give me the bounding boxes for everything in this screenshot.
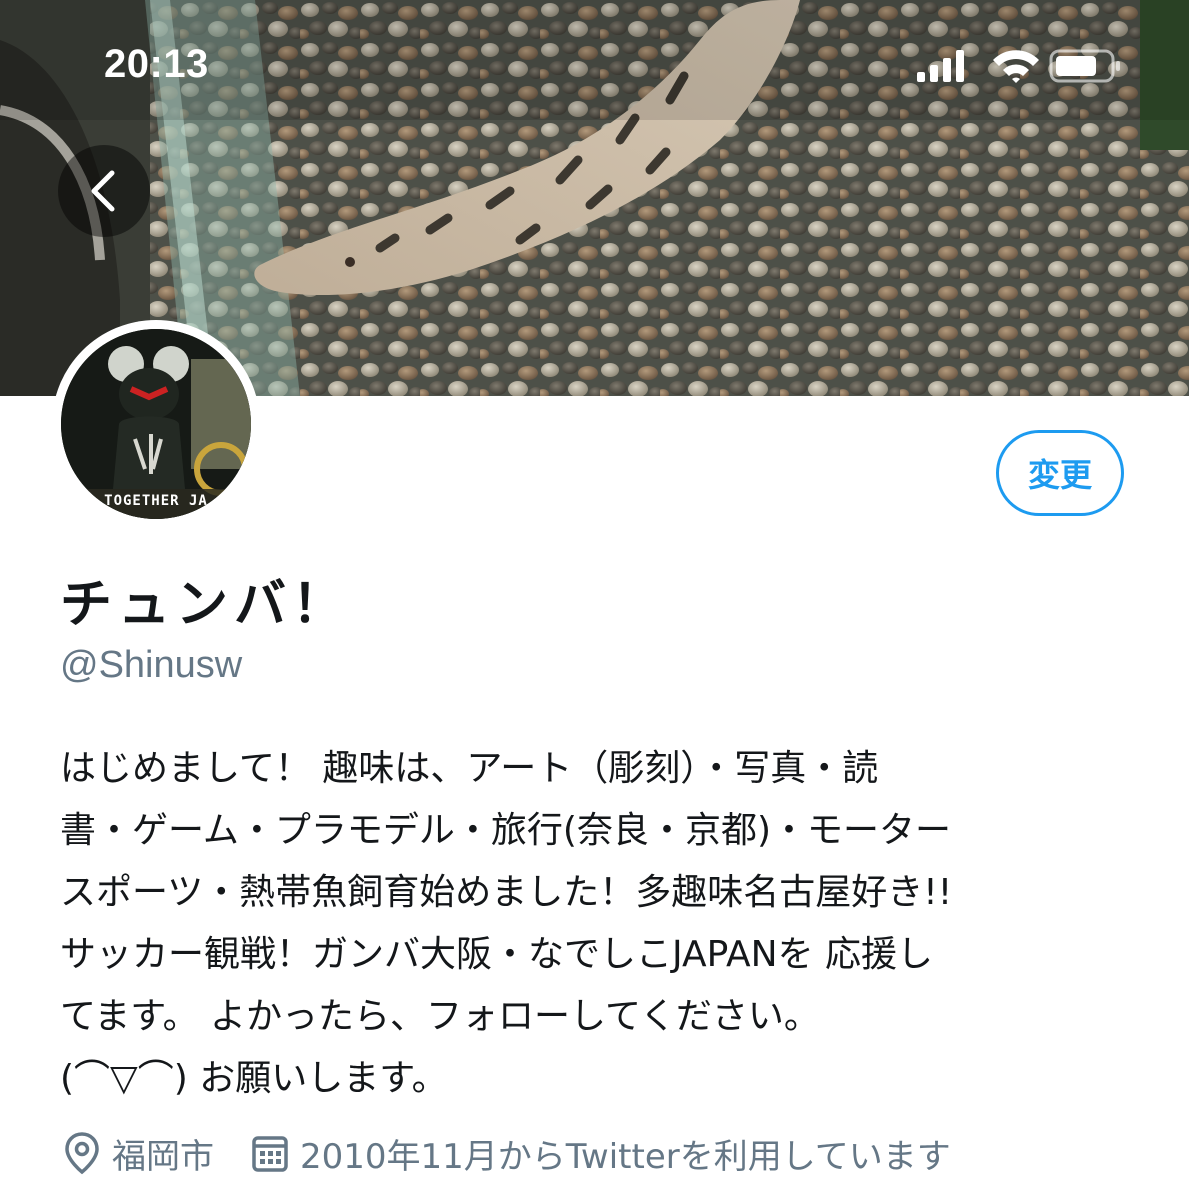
- status-bar: 20:13: [0, 0, 1189, 130]
- avatar-caption: TOGETHER JA: [104, 493, 208, 509]
- bio-line: てます。 よかったら、フォローしてください。: [60, 996, 820, 1037]
- edit-profile-button[interactable]: 変更: [996, 430, 1124, 516]
- status-time: 20:13: [104, 42, 209, 86]
- calendar-icon: [252, 1136, 288, 1172]
- bio-line: サッカー観戦！ガンバ大阪・なでしこJAPANを 応援し: [60, 934, 934, 975]
- joined-text: 2010年11月からTwitterを利用しています: [300, 1136, 951, 1177]
- joined-item: 2010年11月からTwitterを利用しています: [250, 1129, 951, 1178]
- display-name: チュンバ！: [60, 575, 351, 635]
- profile-bio: はじめまして！ 趣味は、アート（彫刻）・写真・読 書・ゲーム・プラモデル・旅行(…: [60, 738, 1140, 1110]
- location-text: 福岡市: [112, 1136, 214, 1177]
- cellular-signal-icon: [917, 50, 964, 82]
- chevron-left-icon: [91, 170, 115, 212]
- avatar-image: TOGETHER JA: [61, 329, 251, 519]
- battery-icon: [1049, 49, 1120, 83]
- bio-line: スポーツ・熱帯魚飼育始めました！多趣味名古屋好き!!: [60, 872, 953, 913]
- location-pin-icon: [65, 1132, 99, 1175]
- wifi-icon: [993, 50, 1039, 83]
- bio-line: はじめまして！ 趣味は、アート（彫刻）・写真・読: [60, 748, 879, 789]
- location-item: 福岡市: [62, 1129, 214, 1178]
- profile-avatar[interactable]: TOGETHER JA: [52, 320, 260, 528]
- avatar-artwork: [61, 329, 251, 519]
- profile-meta: 福岡市 2010年11月からTwitterを利用しています: [62, 1128, 987, 1178]
- bio-line: 書・ゲーム・プラモデル・旅行(奈良・京都)・モーター: [60, 810, 952, 851]
- status-icons: [917, 49, 1120, 83]
- back-button[interactable]: [58, 145, 150, 237]
- user-handle: @Shinusw: [60, 644, 243, 686]
- bio-line: (⌒▽⌒) お願いします。: [60, 1058, 448, 1099]
